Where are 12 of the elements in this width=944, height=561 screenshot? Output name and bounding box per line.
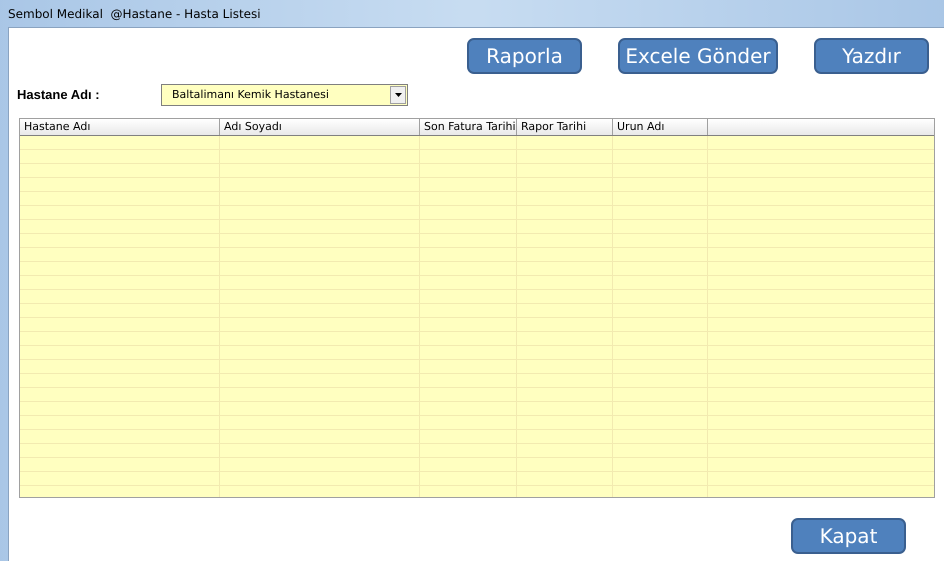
field-label: Hastane Adı : [17,86,101,104]
column-header[interactable]: Adı Soyadı [220,119,420,135]
action-button[interactable]: Raporla [467,38,582,74]
column-header[interactable]: Son Fatura Tarihi [420,119,517,135]
action-button[interactable]: Excele Gönder [618,38,778,74]
window-title: Sembol Medikal @Hastane - Hasta Listesi [8,6,261,22]
column-header[interactable]: Urun Adı [613,119,708,135]
column-header[interactable]: Rapor Tarihi [517,119,613,135]
column-header[interactable]: Hastane Adı [20,119,220,135]
action-button[interactable]: Yazdır [814,38,929,74]
action-button[interactable]: Kapat [791,518,906,554]
hospital-dropdown[interactable]: Baltalimanı Kemik Hastanesi [161,84,408,106]
